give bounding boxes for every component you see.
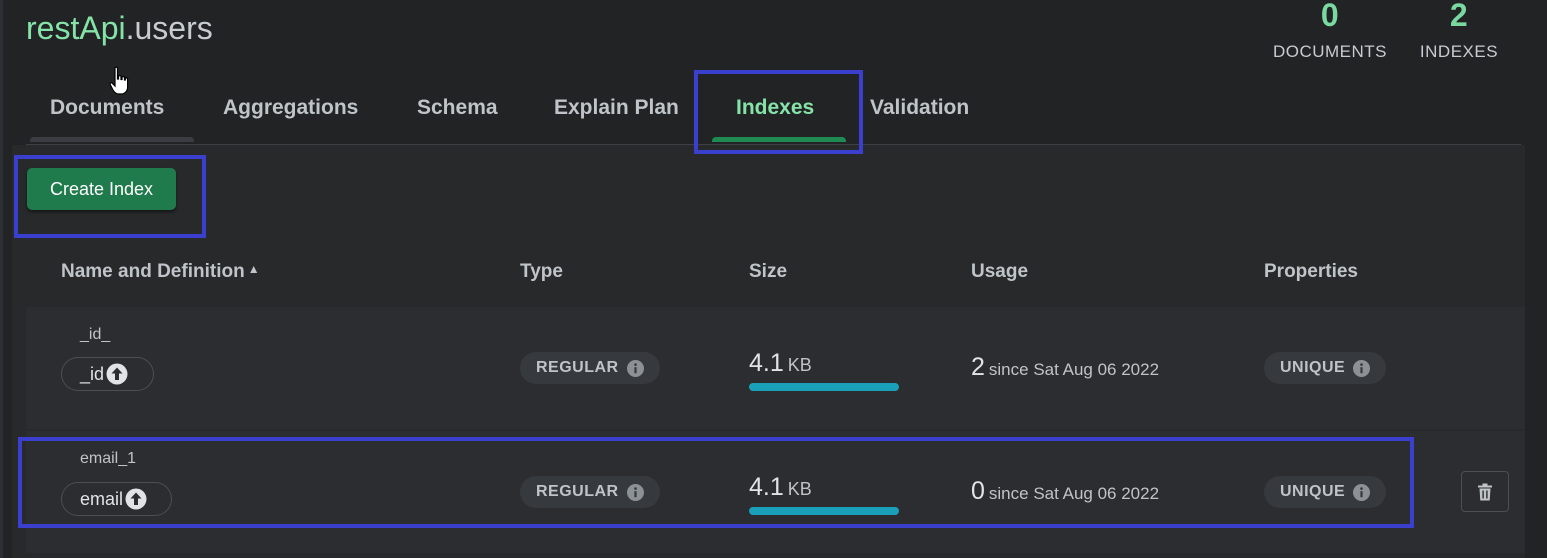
index-name: _id_	[80, 326, 111, 343]
indexes-stat: 2 INDEXES	[1418, 0, 1500, 62]
index-usage-since: since Sat Aug 06 2022	[988, 360, 1160, 379]
index-size-value: 4.1	[749, 473, 784, 501]
database-name: restApi	[26, 10, 126, 46]
drop-index-button[interactable]	[1461, 471, 1509, 512]
column-header-type[interactable]: Type	[520, 261, 563, 283]
index-key-pill: email	[61, 482, 172, 516]
column-header-properties[interactable]: Properties	[1264, 261, 1358, 283]
sidebar-edge	[0, 0, 3, 558]
index-size-bar	[749, 507, 899, 515]
tab-aggregations[interactable]: Aggregations	[223, 96, 358, 120]
namespace-title: restApi.users	[26, 10, 213, 47]
index-size-unit: KB	[787, 479, 812, 499]
arrow-up-circle-icon	[106, 363, 128, 385]
index-key-pill: _id	[61, 357, 154, 391]
info-icon[interactable]	[1353, 483, 1371, 501]
index-type-badge: REGULAR	[520, 352, 660, 384]
index-usage-count: 0	[971, 477, 985, 505]
tab-explain-plan[interactable]: Explain Plan	[554, 96, 679, 120]
documents-count: 0	[1320, 0, 1340, 33]
index-property-badge: UNIQUE	[1264, 352, 1387, 384]
index-type-label: REGULAR	[536, 483, 619, 500]
sort-ascending-icon: ▲	[247, 262, 260, 276]
column-header-usage[interactable]: Usage	[971, 261, 1028, 283]
tab-validation[interactable]: Validation	[870, 96, 969, 120]
index-size: 4.1 KB	[749, 349, 812, 378]
index-usage-count: 2	[971, 353, 985, 381]
indexes-count: 2	[1449, 0, 1469, 33]
info-icon[interactable]	[1353, 359, 1371, 377]
index-name: email_1	[80, 450, 137, 467]
index-usage: 0 since Sat Aug 06 2022	[971, 477, 1159, 506]
tab-indexes[interactable]: Indexes	[736, 96, 814, 120]
info-icon[interactable]	[626, 359, 644, 377]
index-type-label: REGULAR	[536, 359, 619, 376]
index-size-unit: KB	[787, 355, 812, 375]
info-icon[interactable]	[626, 483, 644, 501]
column-header-size[interactable]: Size	[749, 261, 787, 283]
index-property-label: UNIQUE	[1280, 483, 1346, 500]
column-header-name-definition-label: Name and Definition	[61, 261, 245, 282]
indexes-label: INDEXES	[1419, 42, 1499, 61]
index-size: 4.1 KB	[749, 473, 812, 502]
index-type-badge: REGULAR	[520, 476, 660, 508]
tab-documents[interactable]: Documents	[50, 96, 164, 120]
arrow-up-circle-icon	[125, 488, 147, 510]
tab-documents-hover-indicator	[30, 137, 194, 142]
index-key-field: _id	[80, 363, 105, 384]
tab-indexes-active-indicator	[712, 137, 846, 142]
documents-stat: 0 DOCUMENTS	[1270, 0, 1390, 62]
trash-icon	[1478, 483, 1492, 500]
tab-schema[interactable]: Schema	[417, 96, 498, 120]
index-usage-since: since Sat Aug 06 2022	[988, 484, 1160, 503]
column-header-name-definition[interactable]: Name and Definition ▲	[61, 261, 260, 283]
index-size-bar	[749, 383, 899, 391]
index-property-label: UNIQUE	[1280, 359, 1346, 376]
index-property-badge: UNIQUE	[1264, 476, 1387, 508]
create-index-button[interactable]: Create Index	[27, 168, 176, 210]
index-usage: 2 since Sat Aug 06 2022	[971, 353, 1159, 382]
index-key-field: email	[80, 488, 124, 509]
collection-name: .users	[125, 10, 213, 46]
index-size-value: 4.1	[749, 349, 784, 377]
collection-tabs: Documents Aggregations Schema Explain Pl…	[26, 90, 1521, 145]
documents-label: DOCUMENTS	[1272, 42, 1388, 61]
